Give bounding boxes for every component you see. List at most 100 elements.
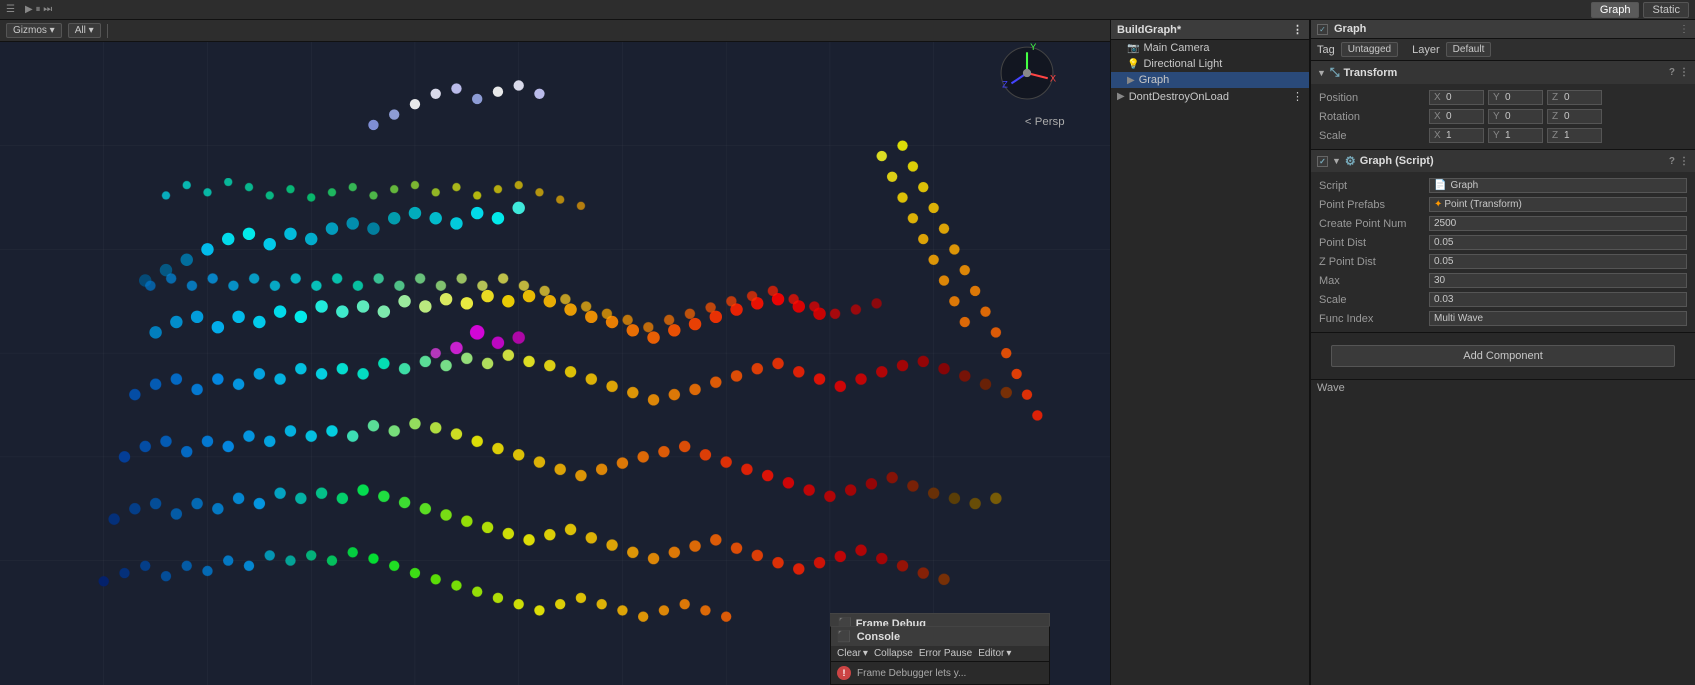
transform-help-icon[interactable]: ?: [1669, 67, 1675, 78]
rot-x-axis: X: [1434, 111, 1444, 122]
create-point-num-value: 2500: [1434, 218, 1456, 229]
transform-body: Position X 0 Y 0 Z 0: [1311, 84, 1695, 149]
hierarchy-item-dont-destroy[interactable]: ▶ DontDestroyOnLoad ⋮: [1111, 88, 1309, 105]
scale-row: Scale X 1 Y 1 Z 1: [1311, 126, 1695, 145]
rot-z-axis: Z: [1552, 111, 1562, 122]
graph-script-menu-icon[interactable]: ⋮: [1679, 156, 1689, 167]
scale-value: X 1 Y 1 Z 1: [1429, 128, 1687, 143]
pos-x-axis: X: [1434, 92, 1444, 103]
rotation-x-field[interactable]: X 0: [1429, 109, 1484, 124]
point-dist-field[interactable]: 0.05: [1429, 235, 1687, 250]
transform-expand-icon: ▼: [1317, 68, 1326, 78]
position-z-field[interactable]: Z 0: [1547, 90, 1602, 105]
add-component-area: Add Component: [1311, 333, 1695, 379]
console-title: Console: [857, 631, 900, 643]
position-y-field[interactable]: Y 0: [1488, 90, 1543, 105]
dont-destroy-menu-icon[interactable]: ⋮: [1292, 90, 1303, 103]
top-bar: ☰ ▶ ⏸ ⏭ Graph Static: [0, 0, 1695, 20]
scale-x: 1: [1446, 130, 1452, 141]
inspector-options-icon[interactable]: ⋮: [1679, 24, 1689, 35]
transform-menu-icon[interactable]: ⋮: [1679, 67, 1689, 78]
transform-header[interactable]: ▼ ⤡ Transform ? ⋮: [1311, 61, 1695, 84]
point-dist-row: Point Dist 0.05: [1311, 233, 1695, 252]
main-camera-label: Main Camera: [1143, 42, 1209, 54]
dont-destroy-expand-icon: ▶: [1117, 91, 1125, 102]
rotation-z-field[interactable]: Z 0: [1547, 109, 1602, 124]
gs-scale-field[interactable]: 0.03: [1429, 292, 1687, 307]
position-z: 0: [1564, 92, 1570, 103]
svg-text:X: X: [1050, 73, 1057, 83]
rotation-y-field[interactable]: Y 0: [1488, 109, 1543, 124]
max-value: 30: [1434, 275, 1445, 286]
graph-script-help-icon[interactable]: ?: [1669, 156, 1675, 167]
point-prefabs-row: Point Prefabs ✦ Point (Transform): [1311, 195, 1695, 214]
point-prefabs-value: Point (Transform): [1444, 199, 1521, 210]
create-point-num-label: Create Point Num: [1319, 218, 1429, 230]
all-button[interactable]: All ▾: [68, 23, 101, 38]
point-prefabs-field[interactable]: ✦ Point (Transform): [1429, 197, 1687, 212]
scale-y-field[interactable]: Y 1: [1488, 128, 1543, 143]
pos-z-axis: Z: [1552, 92, 1562, 103]
graph-script-header[interactable]: ▼ ⚙ Graph (Script) ? ⋮: [1311, 150, 1695, 172]
tab-static[interactable]: Static: [1643, 2, 1689, 18]
rotation-row: Rotation X 0 Y 0 Z 0: [1311, 107, 1695, 126]
hierarchy-menu-icon[interactable]: ⋮: [1292, 23, 1303, 36]
scale-z: 1: [1564, 130, 1570, 141]
viewport[interactable]: Gizmos ▾ All ▾: [0, 20, 1110, 685]
position-label: Position: [1319, 92, 1429, 104]
point-cloud-svg: Y X Z < Persp: [0, 42, 1110, 685]
hierarchy-title: BuildGraph*: [1117, 24, 1181, 36]
scale-x-axis: X: [1434, 130, 1444, 141]
gs-scale-label: Scale: [1319, 294, 1429, 306]
layer-dropdown[interactable]: Default: [1446, 42, 1492, 57]
z-point-dist-row: Z Point Dist 0.05: [1311, 252, 1695, 271]
object-active-checkbox[interactable]: [1317, 24, 1328, 35]
rotation-x: 0: [1446, 111, 1452, 122]
scale-y-axis: Y: [1493, 130, 1503, 141]
svg-text:Y: Y: [1030, 42, 1037, 52]
hierarchy-item-main-camera[interactable]: 📷 Main Camera: [1111, 40, 1309, 56]
add-component-button[interactable]: Add Component: [1331, 345, 1675, 367]
scale-y: 1: [1505, 130, 1511, 141]
position-x: 0: [1446, 92, 1452, 103]
graph-script-icon: ⚙: [1345, 154, 1356, 168]
hierarchy-header: BuildGraph* ⋮: [1111, 20, 1309, 40]
z-point-dist-value: 0.05: [1434, 256, 1453, 267]
graph-script-body: Script 📄 Graph Point Prefabs ✦ Point (Tr…: [1311, 172, 1695, 332]
tag-dropdown[interactable]: Untagged: [1341, 42, 1398, 57]
rotation-value: X 0 Y 0 Z 0: [1429, 109, 1687, 124]
rotation-label: Rotation: [1319, 111, 1429, 123]
pos-y-axis: Y: [1493, 92, 1503, 103]
scale-z-field[interactable]: Z 1: [1547, 128, 1602, 143]
directional-light-label: Directional Light: [1143, 58, 1222, 70]
max-field[interactable]: 30: [1429, 273, 1687, 288]
gs-scale-row: Scale 0.03: [1311, 290, 1695, 309]
point-prefabs-label: Point Prefabs: [1319, 199, 1429, 211]
scale-x-field[interactable]: X 1: [1429, 128, 1484, 143]
create-point-num-field[interactable]: 2500: [1429, 216, 1687, 231]
create-point-num-row: Create Point Num 2500: [1311, 214, 1695, 233]
func-index-field[interactable]: Multi Wave: [1429, 311, 1687, 326]
camera-icon: 📷: [1127, 43, 1139, 54]
hierarchy-item-directional-light[interactable]: 💡 Directional Light: [1111, 56, 1309, 72]
tag-layer-row: Tag Untagged Layer Default: [1311, 39, 1695, 61]
wave-panel: Wave: [1311, 379, 1695, 396]
error-pause-button[interactable]: Error Pause: [919, 648, 972, 659]
func-index-label: Func Index: [1319, 313, 1429, 325]
clear-console-button[interactable]: Clear ▾: [837, 648, 868, 659]
editor-button[interactable]: Editor ▾: [978, 648, 1011, 659]
inspector-panel: Graph ⋮ Tag Untagged Layer Default ▼ ⤡ T…: [1310, 20, 1695, 685]
point-icon: ✦: [1434, 199, 1442, 210]
script-value[interactable]: 📄 Graph: [1429, 178, 1687, 193]
z-point-dist-field[interactable]: 0.05: [1429, 254, 1687, 269]
collapse-console-button[interactable]: Collapse: [874, 648, 913, 659]
script-enable-checkbox[interactable]: [1317, 156, 1328, 167]
position-x-field[interactable]: X 0: [1429, 90, 1484, 105]
hierarchy-item-graph[interactable]: ▶ Graph: [1111, 72, 1309, 88]
tab-graph[interactable]: Graph: [1591, 2, 1640, 18]
scale-label: Scale: [1319, 130, 1429, 142]
script-file-icon: 📄: [1434, 180, 1446, 191]
gizmos-button[interactable]: Gizmos ▾: [6, 23, 62, 38]
console-toolbar: Clear ▾ Collapse Error Pause Editor ▾: [831, 646, 1049, 662]
graph-label: Graph: [1139, 74, 1170, 86]
